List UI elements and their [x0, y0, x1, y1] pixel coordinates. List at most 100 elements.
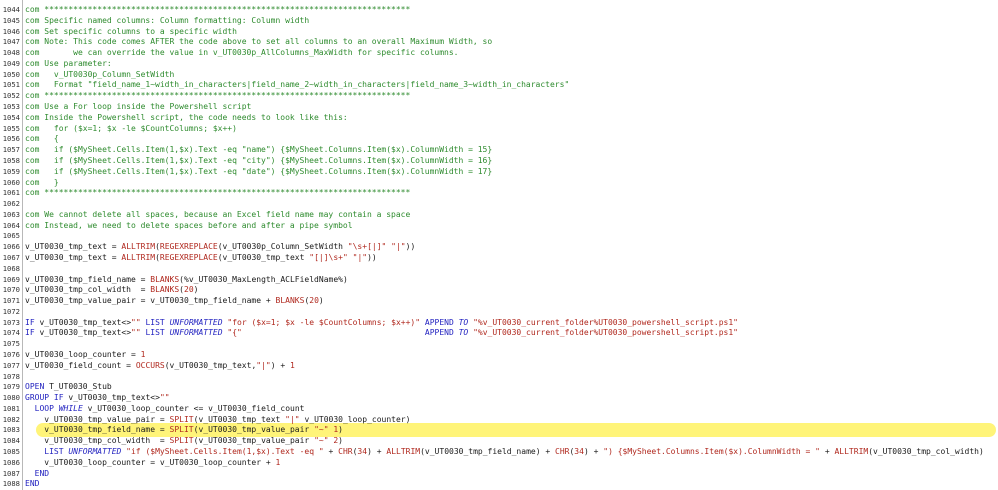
code-line[interactable]: 1058 com if ($MySheet.Cells.Item(1,$x).Te… [0, 156, 998, 167]
line-number: 1079 [2, 382, 20, 392]
code-line[interactable]: 1053 com Use a For loop inside the Powers… [0, 102, 998, 113]
code-line[interactable]: 1055 com for ($x=1; $x -le $CountColumns;… [0, 124, 998, 135]
code-line[interactable]: 1049 com Use parameter: [0, 59, 998, 70]
code-line[interactable]: 1088 END [0, 479, 998, 490]
keyword: TO [458, 328, 469, 338]
identifier: v_UT0030_tmp_text [222, 252, 305, 262]
code-line[interactable]: 1046 com Set specific columns to a specif… [0, 27, 998, 38]
string-literal: "\s+[|]" [347, 242, 387, 252]
code-line[interactable]: 1085 LIST UNFORMATTED "if ($MySheet.Cell… [0, 447, 998, 458]
code-line[interactable]: 1083 v_UT0030_tmp_field_name = SPLIT(v_U… [0, 425, 998, 436]
code-line[interactable]: 1071 v_UT0030_tmp_value_pair = v_UT0030_t… [0, 296, 998, 307]
operator: + [545, 447, 551, 457]
line-code: v_UT0030_tmp_col_width = SPLIT(v_UT0030_… [22, 436, 343, 445]
operator: + [280, 360, 286, 370]
code-line[interactable]: 1056 com { [0, 134, 998, 145]
code-line[interactable]: 1070 v_UT0030_tmp_col_width = BLANKS(20) [0, 285, 998, 296]
code-line[interactable]: 1065 [0, 231, 998, 242]
code-line[interactable]: 1062 [0, 199, 998, 210]
code-line[interactable]: 1063 com We cannot delete all spaces, bec… [0, 210, 998, 221]
comment-text: com { [25, 134, 59, 144]
line-number: 1076 [2, 350, 20, 359]
code-line[interactable]: 1086 v_UT0030_loop_counter = v_UT0030_lo… [0, 458, 998, 469]
code-line[interactable]: 1060 com } [0, 178, 998, 189]
line-number: 1049 [2, 58, 20, 68]
keyword: IF [25, 328, 35, 338]
code-line[interactable]: 1082 v_UT0030_tmp_value_pair = SPLIT(v_U… [0, 415, 998, 426]
line-number: 1051 [2, 80, 20, 90]
number-literal: 34 [574, 447, 584, 457]
code-line[interactable]: 1079 OPEN T_UT0030_Stub [0, 382, 998, 393]
code-line[interactable]: 1073 IF v_UT0030_tmp_text<>"" LIST UNFORM… [0, 318, 998, 329]
string-literal: "" [131, 317, 141, 327]
line-code: com if ($MySheet.Cells.Item(1,$x).Text -… [22, 167, 492, 176]
code-line[interactable]: 1068 [0, 264, 998, 275]
code-line[interactable]: 1087 END [0, 469, 998, 480]
line-code: com for ($x=1; $x -le $CountColumns; $x+… [22, 124, 237, 133]
line-code: v_UT0030_tmp_col_width = BLANKS(20) [22, 285, 198, 294]
operator: = [198, 403, 204, 413]
line-code: v_UT0030_field_count = OCCURS(v_UT0030_t… [22, 361, 295, 370]
function-name: SPLIT [169, 436, 194, 446]
code-line[interactable]: 1064 com Instead, we need to delete space… [0, 221, 998, 232]
number-literal: 34 [357, 447, 368, 457]
line-number: 1085 [2, 447, 20, 457]
line-number: 1045 [2, 15, 20, 25]
line-code: GROUP IF v_UT0030_tmp_text<>"" [22, 393, 170, 402]
code-line[interactable]: 1066 v_UT0030_tmp_text = ALLTRIM(REGEXREP… [0, 242, 998, 253]
code-line[interactable]: 1067 v_UT0030_tmp_text = ALLTRIM(REGEXREP… [0, 253, 998, 264]
code-line[interactable]: 1057 com if ($MySheet.Cells.Item(1,$x).Te… [0, 145, 998, 156]
code-line[interactable]: 1069 v_UT0030_tmp_field_name = BLANKS(%v_… [0, 275, 998, 286]
keyword: UNFORMATTED [169, 328, 223, 338]
code-line[interactable]: 1052 com ********************************… [0, 91, 998, 102]
line-number: 1064 [2, 220, 20, 230]
string-literal: "|" [256, 360, 271, 370]
line-code: v_UT0030_loop_counter = 1 [22, 350, 145, 359]
code-line[interactable]: 1076 v_UT0030_loop_counter = 1 [0, 350, 998, 361]
line-code: com ************************************… [22, 91, 410, 100]
line-code: com Use a For loop inside the Powershell… [22, 102, 251, 111]
operator: ) [270, 360, 276, 370]
comment-text: com Use parameter: [25, 58, 112, 68]
identifier: v_UT0030_tmp_text [198, 414, 281, 424]
number-literal: 1 [140, 350, 146, 359]
line-number: 1054 [2, 112, 20, 122]
identifier: v_UT0030_tmp_value_pair [198, 436, 310, 446]
function-name: REGEXREPLACE [159, 252, 218, 262]
code-line[interactable]: 1044 com ********************************… [0, 5, 998, 16]
code-line[interactable]: 1074 IF v_UT0030_tmp_text<>"" LIST UNFORM… [0, 328, 998, 339]
code-line[interactable]: 1048 com we can override the value in v_U… [0, 48, 998, 59]
operator: ) [338, 425, 343, 435]
line-code: IF v_UT0030_tmp_text<>"" LIST UNFORMATTE… [22, 328, 738, 337]
code-editor[interactable]: 1044 com ********************************… [0, 0, 998, 490]
string-literal: "if ($MySheet.Cells.Item(1,$x).Text -eq … [126, 447, 324, 457]
code-line[interactable]: 1045 com Specific named columns: Column f… [0, 16, 998, 27]
line-code: com ************************************… [22, 5, 410, 14]
keyword: LIST [44, 447, 64, 457]
code-line[interactable]: 1080 GROUP IF v_UT0030_tmp_text<>"" [0, 393, 998, 404]
line-code: v_UT0030_loop_counter = v_UT0030_loop_co… [22, 458, 280, 467]
line-code: com Inside the Powershell script, the co… [22, 113, 348, 122]
code-line[interactable]: 1047 com Note: This code comes AFTER the … [0, 37, 998, 48]
code-line[interactable]: 1081 LOOP WHILE v_UT0030_loop_counter <=… [0, 404, 998, 415]
code-line[interactable]: 1051 com Format "field_name_1~width_in_ch… [0, 80, 998, 91]
code-line[interactable]: 1059 com if ($MySheet.Cells.Item(1,$x).Te… [0, 167, 998, 178]
line-code: v_UT0030_tmp_field_name = SPLIT(v_UT0030… [22, 425, 343, 434]
comment-text: com ************************************… [25, 91, 411, 101]
code-line[interactable]: 1077 v_UT0030_field_count = OCCURS(v_UT00… [0, 361, 998, 372]
line-code: v_UT0030_tmp_value_pair = v_UT0030_tmp_f… [22, 296, 324, 305]
line-number: 1074 [2, 328, 20, 338]
code-line[interactable]: 1072 [0, 307, 998, 318]
code-line[interactable]: 1075 [0, 339, 998, 350]
identifier: v_UT0030_field_count [25, 360, 122, 370]
code-line[interactable]: 1078 [0, 372, 998, 383]
code-line[interactable]: 1050 com v_UT0030p_Column_SetWidth [0, 70, 998, 81]
function-name: ALLTRIM [834, 447, 869, 457]
code-line[interactable]: 1054 com Inside the Powershell script, th… [0, 113, 998, 124]
operator: ) [338, 436, 343, 446]
function-name: ALLTRIM [121, 252, 156, 262]
code-line[interactable]: 1084 v_UT0030_tmp_col_width = SPLIT(v_UT… [0, 436, 998, 447]
code-line[interactable]: 1061 com ********************************… [0, 188, 998, 199]
identifier: v_UT0030_tmp_field_name [150, 296, 262, 306]
